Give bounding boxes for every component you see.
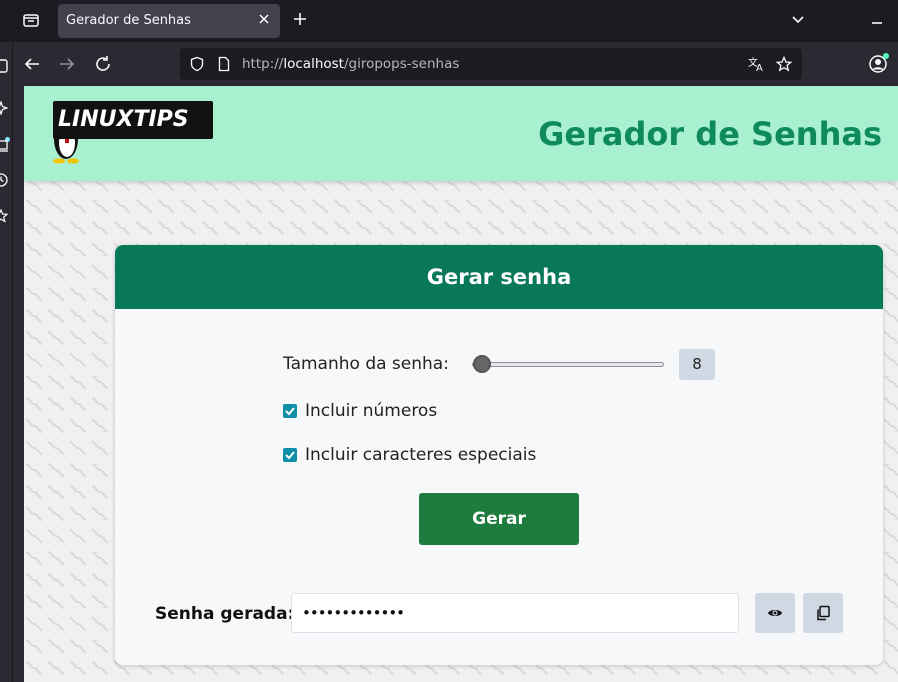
browser-tab-bar: Gerador de Senhas (0, 0, 898, 42)
include-numbers-checkbox[interactable] (283, 404, 297, 418)
browser-sidebar (0, 42, 13, 682)
browser-tab[interactable]: Gerador de Senhas (58, 4, 280, 38)
tab-list-icon[interactable] (20, 11, 42, 31)
url-text[interactable]: http://localhost/giropops-senhas (242, 48, 459, 80)
copy-icon (817, 605, 830, 621)
generated-password-field[interactable]: ••••••••••••• (291, 593, 739, 633)
url-prefix: http:// (242, 56, 284, 72)
copy-password-button[interactable] (803, 593, 843, 633)
page-icon[interactable] (216, 56, 232, 72)
page-title: Gerador de Senhas (538, 115, 882, 153)
chevron-down-icon[interactable] (790, 11, 810, 31)
slider-track[interactable] (472, 362, 664, 367)
length-label: Tamanho da senha: (283, 354, 449, 374)
page-viewport: LINUXTIPS Gerador de Senhas Gerar senha … (24, 86, 898, 682)
browser-nav-bar: http://localhost/giropops-senhas 文A (0, 42, 898, 86)
eye-icon (768, 610, 782, 616)
site-header: LINUXTIPS Gerador de Senhas (24, 86, 898, 181)
slider-thumb[interactable] (473, 355, 491, 373)
minimize-icon[interactable] (870, 11, 886, 31)
card-header: Gerar senha (115, 245, 883, 309)
forward-arrow-icon[interactable] (55, 52, 79, 76)
new-tab-icon[interactable] (289, 10, 311, 32)
bookmark-star-icon[interactable] (775, 55, 793, 72)
logo-text: LINUXTIPS (58, 107, 189, 132)
include-special-label[interactable]: Incluir caracteres especiais (305, 443, 536, 467)
password-generator-card: Gerar senha Tamanho da senha: 8 Incluir … (115, 245, 883, 665)
sidebar-panel-icon[interactable] (0, 58, 8, 73)
sidebar-bookmarks-icon[interactable] (0, 208, 9, 223)
close-tab-icon[interactable] (256, 13, 272, 29)
show-password-button[interactable] (755, 593, 795, 633)
browser-tab-title: Gerador de Senhas (66, 13, 191, 28)
output-label: Senha gerada: (155, 604, 295, 624)
svg-text:A: A (756, 63, 763, 72)
include-special-checkbox[interactable] (283, 448, 297, 462)
url-host: localhost (283, 56, 344, 72)
address-bar[interactable]: http://localhost/giropops-senhas 文A (180, 48, 802, 80)
reload-icon[interactable] (91, 52, 115, 76)
sidebar-history-icon[interactable] (0, 172, 8, 187)
shield-icon[interactable] (189, 56, 205, 72)
length-slider[interactable] (472, 354, 664, 374)
translate-icon[interactable]: 文A (748, 56, 764, 74)
length-value: 8 (679, 349, 715, 380)
url-path: /giropops-senhas (343, 56, 460, 72)
generate-button[interactable]: Gerar (419, 493, 579, 545)
sidebar-ai-icon[interactable] (0, 100, 9, 116)
include-numbers-label[interactable]: Incluir números (305, 399, 437, 423)
sidebar-synced-tabs-icon[interactable] (0, 138, 8, 152)
back-arrow-icon[interactable] (20, 52, 44, 76)
notification-dot (883, 53, 889, 59)
card-title: Gerar senha (426, 265, 572, 289)
